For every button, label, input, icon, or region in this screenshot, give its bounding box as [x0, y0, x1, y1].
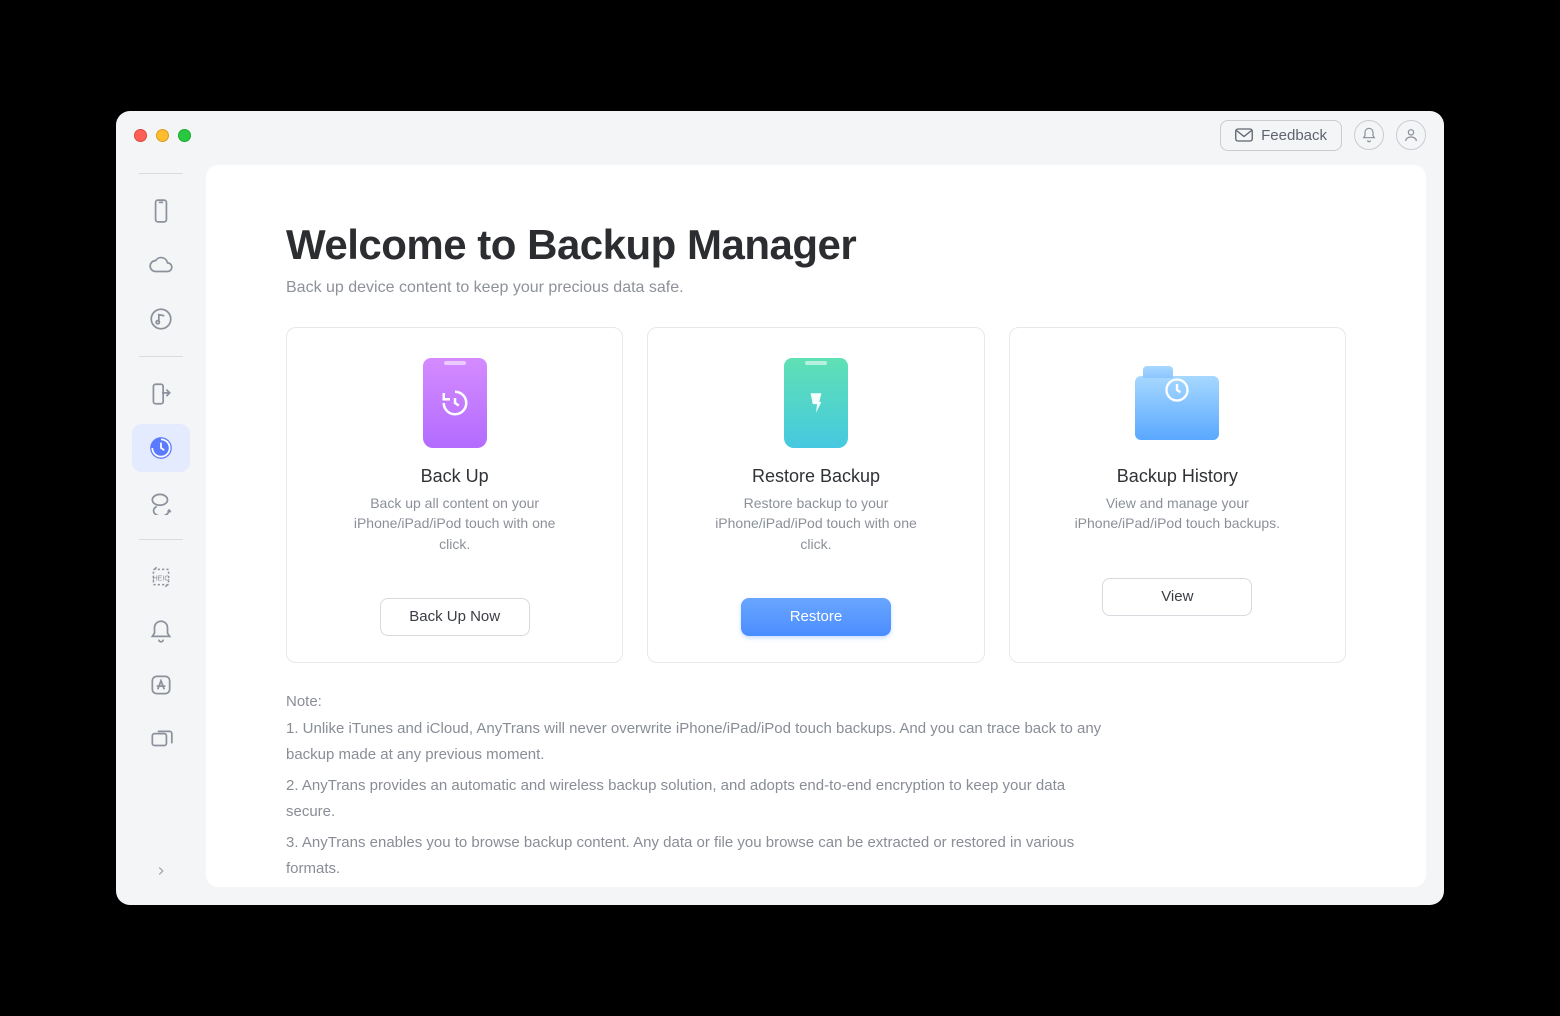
sidebar-item-backup[interactable] — [132, 424, 190, 472]
app-window: Feedback — [116, 111, 1444, 905]
notes-section: Note: 1. Unlike iTunes and iCloud, AnyTr… — [286, 689, 1106, 882]
card-desc: Restore backup to your iPhone/iPad/iPod … — [701, 493, 931, 554]
cloud-icon — [148, 252, 174, 278]
sidebar-item-social[interactable] — [132, 478, 190, 526]
heic-icon: HEIC — [148, 564, 174, 590]
sidebar-divider — [139, 356, 183, 357]
note-item: 3. AnyTrans enables you to browse backup… — [286, 830, 1106, 881]
backup-phone-icon — [423, 358, 487, 448]
titlebar: Feedback — [116, 111, 1444, 159]
close-window-button[interactable] — [134, 129, 147, 142]
mail-icon — [1235, 128, 1253, 142]
card-desc: Back up all content on your iPhone/iPad/… — [340, 493, 570, 554]
chat-icon — [148, 489, 174, 515]
sidebar: HEIC — [116, 159, 206, 905]
window-controls — [134, 129, 191, 142]
app-store-icon — [148, 672, 174, 698]
chevron-right-icon — [154, 864, 168, 878]
card-title: Backup History — [1117, 466, 1238, 487]
sidebar-expand-button[interactable] — [132, 851, 190, 891]
phone-transfer-icon — [148, 381, 174, 407]
sidebar-item-icloud[interactable] — [132, 241, 190, 289]
sidebar-divider — [139, 539, 183, 540]
backup-now-button[interactable]: Back Up Now — [380, 598, 530, 636]
feedback-button[interactable]: Feedback — [1220, 120, 1342, 151]
account-button[interactable] — [1396, 120, 1426, 150]
maximize-window-button[interactable] — [178, 129, 191, 142]
clock-backup-icon — [148, 435, 174, 461]
card-history: Backup History View and manage your iPho… — [1009, 327, 1346, 663]
card-title: Back Up — [421, 466, 489, 487]
history-folder-icon — [1135, 376, 1219, 440]
card-row: Back Up Back up all content on your iPho… — [286, 327, 1346, 663]
main-content: Welcome to Backup Manager Back up device… — [206, 165, 1426, 887]
sidebar-item-appstore[interactable] — [132, 661, 190, 709]
sidebar-item-mirror[interactable] — [132, 715, 190, 763]
svg-text:HEIC: HEIC — [153, 575, 170, 582]
music-disc-icon — [148, 306, 174, 332]
user-icon — [1403, 127, 1419, 143]
minimize-window-button[interactable] — [156, 129, 169, 142]
bell-icon — [1361, 127, 1377, 143]
restore-phone-icon — [784, 358, 848, 448]
sidebar-item-device[interactable] — [132, 187, 190, 235]
phone-icon — [148, 198, 174, 224]
bell-outline-icon — [148, 618, 174, 644]
notifications-button[interactable] — [1354, 120, 1384, 150]
sidebar-item-media[interactable] — [132, 295, 190, 343]
note-item: 1. Unlike iTunes and iCloud, AnyTrans wi… — [286, 716, 1106, 767]
note-item: 2. AnyTrans provides an automatic and wi… — [286, 773, 1106, 824]
sidebar-divider — [139, 173, 183, 174]
sidebar-item-ringtone[interactable] — [132, 607, 190, 655]
screens-icon — [148, 726, 174, 752]
page-subtitle: Back up device content to keep your prec… — [286, 279, 1346, 297]
page-title: Welcome to Backup Manager — [286, 221, 1346, 269]
view-history-button[interactable]: View — [1102, 578, 1252, 616]
card-title: Restore Backup — [752, 466, 880, 487]
notes-header: Note: — [286, 689, 1106, 715]
feedback-label: Feedback — [1261, 127, 1327, 144]
card-backup: Back Up Back up all content on your iPho… — [286, 327, 623, 663]
restore-button[interactable]: Restore — [741, 598, 891, 636]
sidebar-item-phone-switch[interactable] — [132, 370, 190, 418]
card-desc: View and manage your iPhone/iPad/iPod to… — [1062, 493, 1292, 534]
card-restore: Restore Backup Restore backup to your iP… — [647, 327, 984, 663]
sidebar-item-heic[interactable]: HEIC — [132, 553, 190, 601]
